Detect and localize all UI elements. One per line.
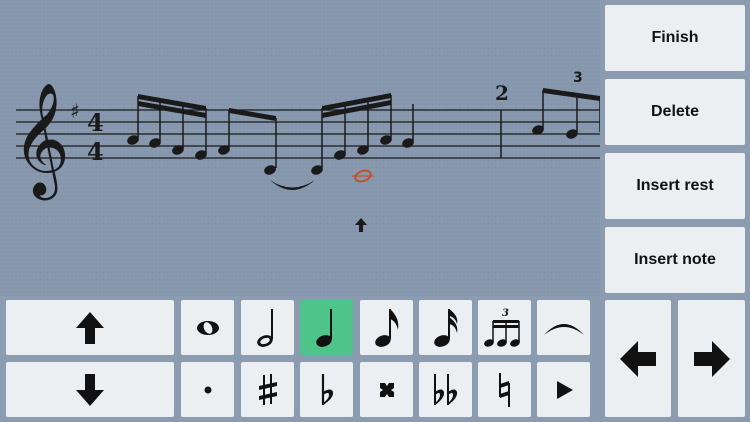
tie-button[interactable] xyxy=(537,300,590,355)
finish-button-label: Finish xyxy=(651,29,699,46)
double-sharp-icon xyxy=(379,382,394,397)
play-button[interactable] xyxy=(537,362,590,417)
note-group-triplet[interactable] xyxy=(531,88,600,140)
tuplet-label: 3 xyxy=(573,70,583,86)
cursor-left-button[interactable] xyxy=(605,300,671,417)
double-sharp-button[interactable] xyxy=(360,362,413,417)
triplet-icon: 3 xyxy=(483,308,520,347)
dot-icon xyxy=(204,386,211,393)
play-icon xyxy=(556,380,573,399)
delete-button[interactable]: Delete xyxy=(605,79,745,145)
pitch-up-button[interactable] xyxy=(6,300,174,355)
note-group-sixteenths-1[interactable] xyxy=(126,94,208,161)
measure-number: 2 xyxy=(495,81,509,105)
cursor-right-button[interactable] xyxy=(678,300,745,417)
key-signature-sharp-icon: ♯ xyxy=(70,99,80,123)
quarter-note-button[interactable] xyxy=(300,300,353,355)
whole-note-icon xyxy=(196,320,219,335)
arrow-right-icon xyxy=(693,340,730,377)
score-canvas[interactable]: 𝄞 ♯ 4 4 2 3 xyxy=(0,0,600,296)
tie-icon[interactable] xyxy=(270,180,315,190)
insert-rest-button[interactable]: Insert rest xyxy=(605,153,745,219)
flat-button[interactable] xyxy=(300,362,353,417)
quarter-note[interactable] xyxy=(401,104,415,149)
double-flat-button[interactable] xyxy=(419,362,472,417)
tie-icon xyxy=(543,323,584,335)
quarter-note-icon xyxy=(315,308,332,347)
double-flat-icon xyxy=(433,373,457,405)
insert-note-button[interactable]: Insert note xyxy=(605,227,745,293)
svg-text:3: 3 xyxy=(502,308,509,319)
sixteenth-note-icon xyxy=(433,308,457,347)
dot-button[interactable] xyxy=(181,362,234,417)
time-signature-top: 4 xyxy=(87,108,104,137)
cursor-note[interactable] xyxy=(352,169,374,184)
cursor-arrow-icon xyxy=(355,218,367,232)
insert-note-button-label: Insert note xyxy=(634,251,716,268)
natural-icon xyxy=(498,372,510,407)
score-svg: 𝄞 ♯ 4 4 2 3 xyxy=(12,70,600,232)
sharp-icon xyxy=(258,373,277,405)
note-group-eighths-1[interactable] xyxy=(217,108,277,176)
half-note-button[interactable] xyxy=(241,300,294,355)
insert-rest-button-label: Insert rest xyxy=(636,177,714,194)
arrow-down-icon xyxy=(76,373,104,406)
note-group-sixteenths-2[interactable] xyxy=(310,93,393,176)
half-note-icon xyxy=(256,308,273,347)
eighth-note-icon xyxy=(374,308,398,347)
natural-button[interactable] xyxy=(478,362,531,417)
treble-clef-icon: 𝄞 xyxy=(12,82,70,201)
triplet-button[interactable]: 3 xyxy=(478,300,531,355)
delete-button-label: Delete xyxy=(650,103,700,120)
eighth-note-button[interactable] xyxy=(360,300,413,355)
arrow-up-icon xyxy=(76,311,104,344)
finish-button[interactable]: Finish xyxy=(605,5,745,71)
sharp-button[interactable] xyxy=(241,362,294,417)
time-signature-bottom: 4 xyxy=(87,137,104,166)
pitch-down-button[interactable] xyxy=(6,362,174,417)
arrow-left-icon xyxy=(620,340,656,377)
flat-icon xyxy=(321,373,333,405)
whole-note-button[interactable] xyxy=(181,300,234,355)
sixteenth-note-button[interactable] xyxy=(419,300,472,355)
